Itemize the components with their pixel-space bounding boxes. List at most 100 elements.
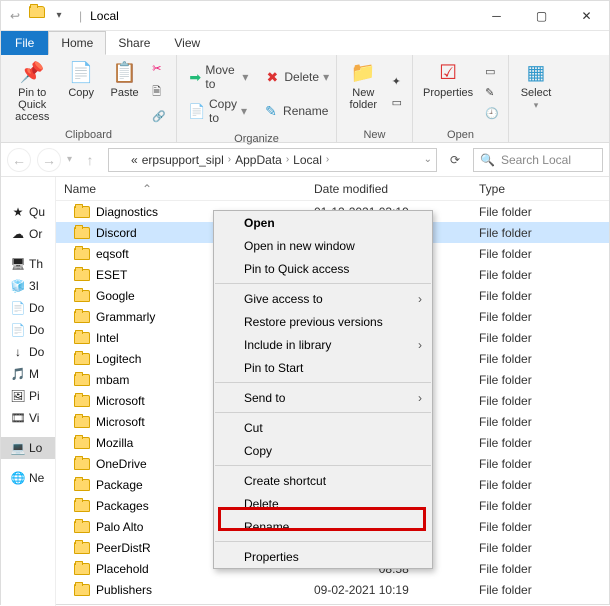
qa-dropdown-icon[interactable]: ▾ bbox=[49, 6, 69, 26]
new-folder-icon: 📁 bbox=[351, 61, 375, 85]
sidebar-item[interactable]: 📄 Do bbox=[1, 297, 55, 319]
ctx-cut[interactable]: Cut bbox=[214, 416, 432, 439]
col-date[interactable]: Date modified bbox=[306, 182, 471, 196]
refresh-button[interactable]: ⟳ bbox=[443, 148, 467, 172]
open-icon[interactable]: ▭ bbox=[481, 63, 503, 80]
sidebar-label: Do bbox=[29, 323, 44, 337]
tab-share[interactable]: Share bbox=[106, 31, 162, 55]
sidebar-icon: 📄 bbox=[11, 301, 25, 315]
sidebar-item[interactable]: 🖼Pi bbox=[1, 385, 55, 407]
sidebar-item[interactable]: 💻Lo bbox=[1, 437, 55, 459]
sidebar-item[interactable]: ↓Do bbox=[1, 341, 55, 363]
new-folder-button[interactable]: 📁 New folder bbox=[343, 59, 384, 125]
ctx-give-access-to[interactable]: Give access to bbox=[214, 287, 432, 310]
crumb-dropdown-icon[interactable]: ⌄ bbox=[424, 154, 432, 165]
new-item-icon[interactable]: ✦ bbox=[388, 73, 406, 90]
file-type: File folder bbox=[471, 310, 609, 324]
folder-icon bbox=[74, 374, 90, 386]
move-icon: ➡ bbox=[189, 69, 201, 85]
select-icon: ▦ bbox=[524, 61, 548, 85]
copy-button[interactable]: 📄 Copy bbox=[61, 59, 100, 125]
ctx-delete[interactable]: Delete bbox=[214, 492, 432, 515]
file-type: File folder bbox=[471, 247, 609, 261]
close-button[interactable]: ✕ bbox=[564, 1, 609, 31]
group-organize-label: Organize bbox=[177, 133, 336, 147]
ctx-copy[interactable]: Copy bbox=[214, 439, 432, 462]
folder-icon bbox=[74, 311, 90, 323]
ctx-pin-to-start[interactable]: Pin to Start bbox=[214, 356, 432, 379]
sidebar-item[interactable]: 🎵M bbox=[1, 363, 55, 385]
folder-icon bbox=[74, 500, 90, 512]
ctx-open-new-window[interactable]: Open in new window bbox=[214, 234, 432, 257]
sidebar-item[interactable]: 🌐Ne bbox=[1, 467, 55, 489]
paste-shortcut-icon[interactable]: 🔗 bbox=[148, 108, 170, 125]
properties-button[interactable]: ☑ Properties bbox=[419, 59, 477, 125]
ctx-create-shortcut[interactable]: Create shortcut bbox=[214, 469, 432, 492]
qa-folder-icon[interactable] bbox=[29, 6, 45, 18]
file-type: File folder bbox=[471, 394, 609, 408]
history-icon[interactable]: 🕘 bbox=[481, 105, 503, 122]
select-button[interactable]: ▦ Select ▾ bbox=[515, 59, 557, 125]
copy-to-button[interactable]: 📄Copy to ▾ bbox=[185, 95, 251, 127]
ctx-open[interactable]: Open bbox=[214, 211, 432, 234]
nav-up-button[interactable]: ↑ bbox=[78, 148, 102, 172]
tab-view[interactable]: View bbox=[162, 31, 212, 55]
easy-access-icon[interactable]: ▭ bbox=[388, 94, 406, 111]
sidebar-item[interactable]: ☁Or bbox=[1, 223, 55, 245]
nav-forward-button[interactable]: → bbox=[37, 148, 61, 172]
sidebar-item[interactable]: ★Qu bbox=[1, 201, 55, 223]
breadcrumb[interactable]: « erpsupport_sipl› AppData› Local› ⌄ bbox=[108, 148, 437, 172]
sidebar-icon: ↓ bbox=[11, 345, 25, 359]
ctx-rename[interactable]: Rename bbox=[214, 515, 432, 538]
file-name: Diagnostics bbox=[96, 205, 158, 219]
ctx-include-in-library[interactable]: Include in library bbox=[214, 333, 432, 356]
ctx-restore-previous[interactable]: Restore previous versions bbox=[214, 310, 432, 333]
file-name: Microsoft bbox=[96, 394, 145, 408]
sidebar-item[interactable]: 📄 Do bbox=[1, 319, 55, 341]
nav-back-button[interactable]: ← bbox=[7, 148, 31, 172]
cut-icon[interactable]: ✂ bbox=[148, 60, 170, 77]
qa-back-icon[interactable]: ↩ bbox=[5, 6, 25, 26]
sidebar-item[interactable]: 🧊3I bbox=[1, 275, 55, 297]
file-name: Placehold bbox=[96, 562, 149, 576]
sidebar-icon: 🧊 bbox=[11, 279, 25, 293]
search-input[interactable]: 🔍 Search Local bbox=[473, 148, 603, 172]
rename-button[interactable]: ✎Rename bbox=[259, 95, 332, 127]
file-type: File folder bbox=[471, 268, 609, 282]
sidebar-icon: 💻 bbox=[11, 441, 25, 455]
tab-file[interactable]: File bbox=[1, 31, 48, 55]
ctx-send-to[interactable]: Send to bbox=[214, 386, 432, 409]
crumb-erpsupport[interactable]: erpsupport_sipl bbox=[142, 153, 224, 167]
col-type[interactable]: Type bbox=[471, 182, 609, 196]
crumb-overflow[interactable]: « bbox=[131, 153, 138, 167]
col-name[interactable]: Name⌃ bbox=[56, 182, 306, 196]
sidebar-icon: 📄 bbox=[11, 323, 25, 337]
crumb-appdata[interactable]: AppData bbox=[235, 153, 282, 167]
move-to-button[interactable]: ➡Move to ▾ bbox=[185, 61, 252, 93]
folder-icon bbox=[74, 521, 90, 533]
pin-quick-access-button[interactable]: 📌 Pin to Quick access bbox=[7, 59, 57, 125]
nav-recent-button[interactable]: ▾ bbox=[67, 154, 72, 165]
sidebar-label: Do bbox=[29, 301, 44, 315]
crumb-local[interactable]: Local bbox=[293, 153, 322, 167]
sidebar-label: Pi bbox=[29, 389, 40, 403]
file-row[interactable]: Publishers09-02-2021 10:19File folder bbox=[56, 579, 609, 600]
properties-icon: ☑ bbox=[436, 61, 460, 85]
maximize-button[interactable]: ▢ bbox=[519, 1, 564, 31]
nav-sidebar[interactable]: ★Qu☁Or 🖥Th🧊3I 📄 Do 📄 Do ↓Do🎵M🖼Pi🎞Vi 💻Lo 🌐Ne bbox=[1, 177, 56, 606]
sidebar-item[interactable]: 🎞Vi bbox=[1, 407, 55, 429]
edit-icon[interactable]: ✎ bbox=[481, 84, 503, 101]
file-type: File folder bbox=[471, 478, 609, 492]
ctx-pin-quick-access[interactable]: Pin to Quick access bbox=[214, 257, 432, 280]
file-name: Palo Alto bbox=[96, 520, 143, 534]
paste-button[interactable]: 📋 Paste bbox=[105, 59, 144, 125]
tab-home[interactable]: Home bbox=[48, 31, 106, 55]
sidebar-item[interactable]: 🖥Th bbox=[1, 253, 55, 275]
delete-button[interactable]: ✖Delete ▾ bbox=[260, 61, 333, 93]
sidebar-icon: 🎵 bbox=[11, 367, 25, 381]
copy-path-icon[interactable]: 🗎 bbox=[148, 81, 170, 104]
file-type: File folder bbox=[471, 499, 609, 513]
ctx-properties[interactable]: Properties bbox=[214, 545, 432, 568]
minimize-button[interactable]: ─ bbox=[474, 1, 519, 31]
sidebar-label: Vi bbox=[29, 411, 39, 425]
